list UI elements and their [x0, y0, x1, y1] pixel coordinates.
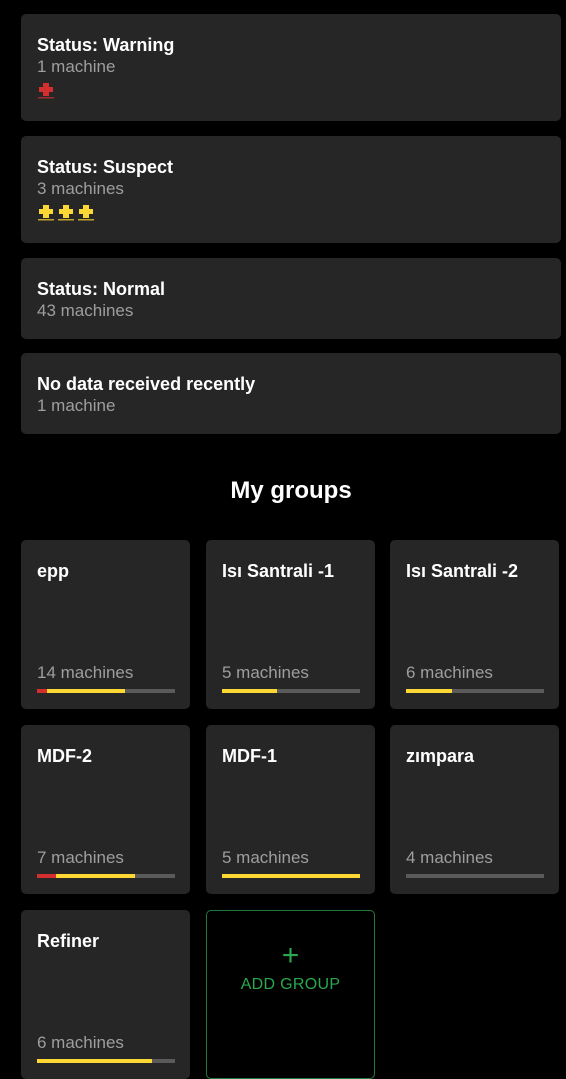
- group-machine-count: 7 machines: [37, 848, 124, 867]
- status-title: Status: Normal: [37, 279, 166, 299]
- add-group-button[interactable]: + ADD GROUP: [206, 910, 375, 1079]
- status-title: Status: Suspect: [37, 157, 174, 177]
- group-status-bar: [222, 874, 360, 878]
- group-card-isi-santrali-1[interactable]: Isı Santrali -1 5 machines: [206, 540, 375, 709]
- status-card-warning[interactable]: Status: Warning 1 machine: [21, 14, 561, 121]
- group-card-mdf-1[interactable]: MDF-1 5 machines: [206, 725, 375, 894]
- group-name: zımpara: [406, 746, 475, 766]
- group-name: Isı Santrali -1: [222, 561, 335, 581]
- status-card-no-data[interactable]: No data received recently 1 machine: [21, 353, 561, 434]
- bar-segment-suspect: [222, 689, 278, 693]
- status-card-normal[interactable]: Status: Normal 43 machines: [21, 258, 561, 339]
- group-name: MDF-2: [37, 746, 92, 766]
- group-status-bar: [37, 689, 175, 693]
- group-status-bar: [37, 874, 175, 878]
- group-card-mdf-2[interactable]: MDF-2 7 machines: [21, 725, 190, 894]
- bar-segment-warning: [37, 689, 47, 693]
- plus-icon: +: [281, 939, 300, 972]
- machine-warning-icon: [38, 83, 54, 99]
- my-groups-heading: My groups: [230, 477, 352, 504]
- bar-segment-suspect: [46, 689, 126, 693]
- group-name: Refiner: [37, 931, 100, 951]
- group-card-zimpara[interactable]: zımpara 4 machines: [390, 725, 559, 894]
- status-machine-count: 1 machine: [37, 57, 116, 76]
- status-machine-count: 1 machine: [37, 396, 116, 415]
- group-status-bar: [37, 1059, 175, 1063]
- group-machine-count: 6 machines: [406, 663, 493, 682]
- group-machine-count: 6 machines: [37, 1033, 124, 1052]
- add-group-label: ADD GROUP: [240, 976, 341, 993]
- group-status-bar: [406, 689, 544, 693]
- status-title: No data received recently: [37, 374, 256, 394]
- machine-suspect-icon: [38, 205, 54, 221]
- machine-icons: [37, 80, 545, 100]
- status-card-suspect[interactable]: Status: Suspect 3 machines: [21, 136, 561, 243]
- group-card-epp[interactable]: epp 14 machines: [21, 540, 190, 709]
- status-machine-count: 3 machines: [37, 179, 124, 198]
- group-status-bar: [222, 689, 360, 693]
- group-machine-count: 14 machines: [37, 663, 134, 682]
- group-card-refiner[interactable]: Refiner 6 machines: [21, 910, 190, 1079]
- bar-segment-suspect: [222, 874, 360, 878]
- machine-suspect-icon: [78, 205, 94, 221]
- bar-segment-warning: [37, 874, 57, 878]
- bar-segment-suspect: [406, 689, 452, 693]
- group-machine-count: 5 machines: [222, 663, 309, 682]
- group-name: epp: [37, 561, 70, 581]
- machine-icons: [37, 202, 545, 222]
- status-title: Status: Warning: [37, 35, 175, 55]
- group-name: MDF-1: [222, 746, 277, 766]
- machine-suspect-icon: [58, 205, 74, 221]
- group-name: Isı Santrali -2: [406, 561, 519, 581]
- bar-segment-suspect: [56, 874, 135, 878]
- group-machine-count: 5 machines: [222, 848, 309, 867]
- group-status-bar: [406, 874, 544, 878]
- group-machine-count: 4 machines: [406, 848, 493, 867]
- status-machine-count: 43 machines: [37, 301, 134, 320]
- bar-segment-suspect: [37, 1059, 152, 1063]
- group-card-isi-santrali-2[interactable]: Isı Santrali -2 6 machines: [390, 540, 559, 709]
